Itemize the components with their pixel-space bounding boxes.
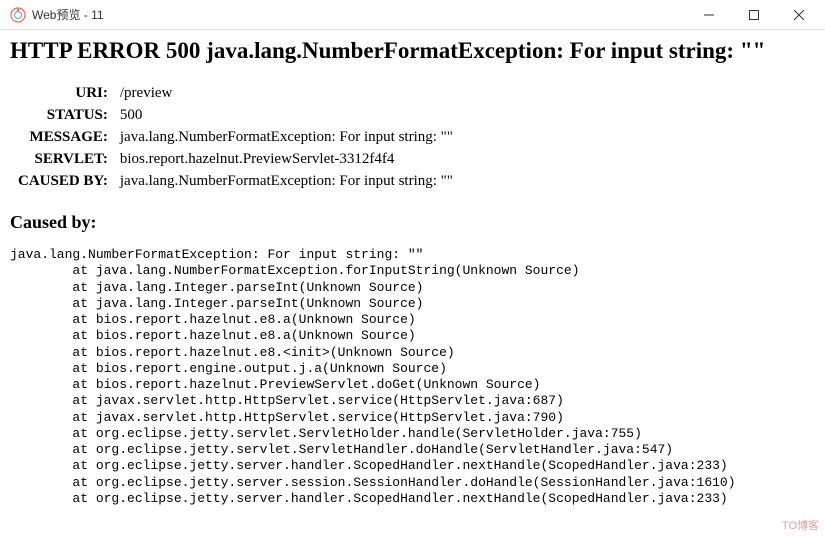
table-row: URI: /preview bbox=[14, 82, 457, 104]
status-label: STATUS: bbox=[14, 104, 116, 126]
causedby-label: CAUSED BY: bbox=[14, 170, 116, 192]
causedby-value: java.lang.NumberFormatException: For inp… bbox=[116, 170, 457, 192]
caused-by-heading: Caused by: bbox=[10, 212, 817, 233]
error-details-table: URI: /preview STATUS: 500 MESSAGE: java.… bbox=[14, 82, 457, 192]
uri-label: URI: bbox=[14, 82, 116, 104]
page-content: HTTP ERROR 500 java.lang.NumberFormatExc… bbox=[0, 30, 825, 515]
app-icon bbox=[10, 7, 26, 23]
stacktrace: java.lang.NumberFormatException: For inp… bbox=[10, 247, 817, 507]
minimize-button[interactable] bbox=[686, 1, 731, 29]
table-row: STATUS: 500 bbox=[14, 104, 457, 126]
watermark: TO博客 bbox=[782, 517, 819, 533]
error-headline: HTTP ERROR 500 java.lang.NumberFormatExc… bbox=[10, 38, 817, 64]
close-button[interactable] bbox=[776, 1, 821, 29]
table-row: MESSAGE: java.lang.NumberFormatException… bbox=[14, 126, 457, 148]
uri-value: /preview bbox=[116, 82, 457, 104]
window-titlebar: Web预览 - 11 bbox=[0, 0, 825, 30]
status-value: 500 bbox=[116, 104, 457, 126]
servlet-value: bios.report.hazelnut.PreviewServlet-3312… bbox=[116, 148, 457, 170]
servlet-label: SERVLET: bbox=[14, 148, 116, 170]
window-controls bbox=[686, 1, 821, 29]
maximize-button[interactable] bbox=[731, 1, 776, 29]
message-value: java.lang.NumberFormatException: For inp… bbox=[116, 126, 457, 148]
message-label: MESSAGE: bbox=[14, 126, 116, 148]
window-title: Web预览 - 11 bbox=[32, 6, 686, 23]
table-row: CAUSED BY: java.lang.NumberFormatExcepti… bbox=[14, 170, 457, 192]
table-row: SERVLET: bios.report.hazelnut.PreviewSer… bbox=[14, 148, 457, 170]
